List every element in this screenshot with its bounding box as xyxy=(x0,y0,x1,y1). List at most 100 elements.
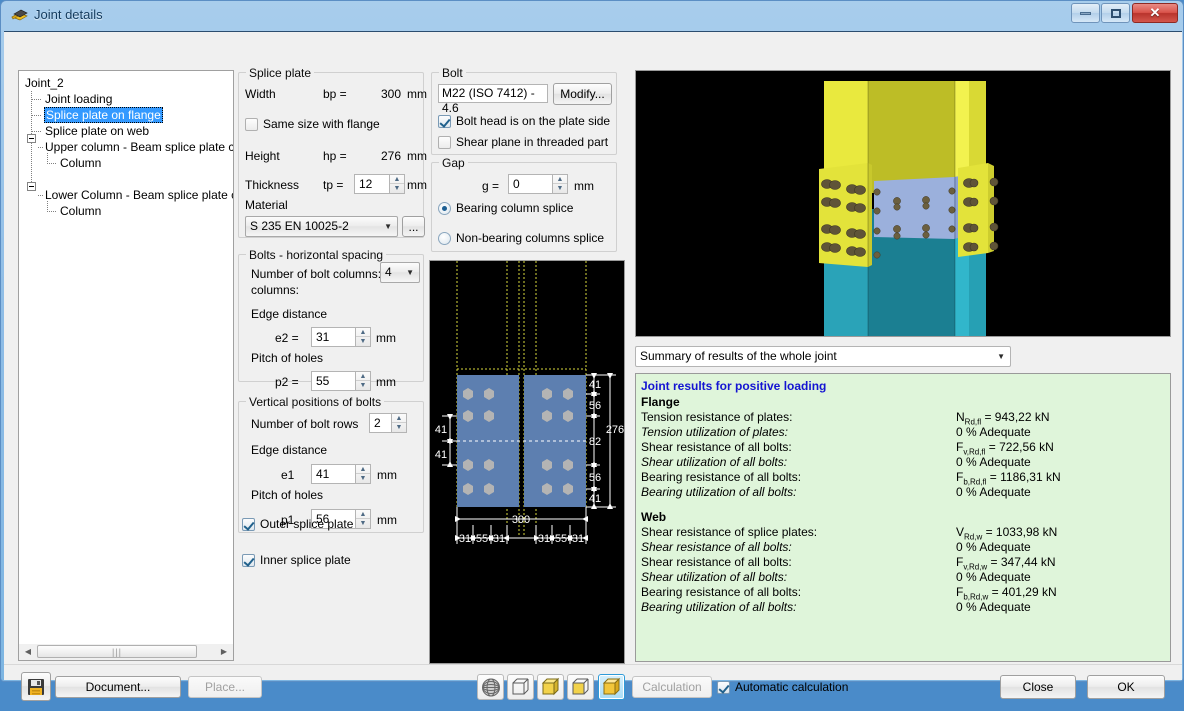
minimize-button[interactable] xyxy=(1071,3,1100,23)
close-button[interactable]: ✕ xyxy=(1132,3,1178,23)
spin-down-icon[interactable]: ▼ xyxy=(356,474,370,483)
view-globe-wireframe-button[interactable] xyxy=(477,674,504,700)
spin-down-icon[interactable]: ▼ xyxy=(356,519,370,528)
spin-up-icon[interactable]: ▲ xyxy=(553,175,567,184)
non-bearing-columns-splice-radio[interactable]: Non-bearing columns splice xyxy=(438,231,604,245)
chevron-down-icon[interactable]: ▼ xyxy=(406,263,414,282)
bolt-head-plate-side-checkbox[interactable]: Bolt head is on the plate side xyxy=(438,114,610,128)
num-bolt-rows-stepper[interactable]: 2 ▲ ▼ xyxy=(369,413,407,433)
scrollbar-thumb[interactable]: ||| xyxy=(37,645,197,658)
calculation-button[interactable]: Calculation xyxy=(632,676,712,698)
p2-spin-buttons[interactable]: ▲ ▼ xyxy=(355,371,371,391)
e1-stepper[interactable]: 41 ▲ ▼ xyxy=(311,464,371,484)
gap-input[interactable]: 0 xyxy=(508,174,552,194)
spin-up-icon[interactable]: ▲ xyxy=(392,414,406,423)
view-cube-wireframe-button[interactable] xyxy=(507,674,534,700)
e2-spin-buttons[interactable]: ▲ ▼ xyxy=(355,327,371,347)
result-value: 0 % Adequate xyxy=(956,570,1031,584)
sidebar-item-column-lower[interactable]: Column xyxy=(60,203,101,219)
height-symbol: hp = xyxy=(323,149,347,163)
gap-spin-buttons[interactable]: ▲ ▼ xyxy=(552,174,568,194)
result-label: Bearing resistance of all bolts: xyxy=(641,585,802,599)
sidebar-item-upper-column-beam-splice[interactable]: Upper column - Beam splice plate conn xyxy=(45,139,233,155)
outer-splice-plate-checkbox[interactable]: Outer splice plate xyxy=(242,517,353,531)
e1-spin-buttons[interactable]: ▲ ▼ xyxy=(355,464,371,484)
width-unit: mm xyxy=(407,87,427,101)
view-cube-shaded-button[interactable] xyxy=(537,674,564,700)
tree-horizontal-scrollbar[interactable]: ◀ ||| ▶ xyxy=(18,644,234,661)
dim-overall-height: 276 xyxy=(606,424,624,436)
save-button[interactable] xyxy=(21,672,51,701)
result-label: Shear resistance of all bolts: xyxy=(641,540,792,554)
spin-up-icon[interactable]: ▲ xyxy=(356,328,370,337)
width-value: 300 xyxy=(380,87,401,101)
results-title: Joint results for positive loading xyxy=(641,379,827,393)
thickness-input[interactable]: 12 xyxy=(354,174,389,194)
shear-plane-threaded-checkbox[interactable]: Shear plane in threaded part xyxy=(438,135,608,149)
view-cube-solid-button[interactable] xyxy=(598,674,625,700)
tree-expander-lower-column[interactable] xyxy=(27,182,36,191)
e2-input[interactable]: 31 xyxy=(311,327,355,347)
ok-button[interactable]: OK xyxy=(1087,675,1165,699)
spin-up-icon[interactable]: ▲ xyxy=(356,510,370,519)
place-button[interactable]: Place... xyxy=(188,676,262,698)
sidebar-item-lower-column-beam-splice[interactable]: Lower Column - Beam splice plate con xyxy=(45,187,233,203)
tree-connector xyxy=(38,195,43,196)
inner-splice-plate-checkbox[interactable]: Inner splice plate xyxy=(242,553,351,567)
sidebar-item-splice-plate-on-web[interactable]: Splice plate on web xyxy=(45,123,149,139)
num-bolt-rows-input[interactable]: 2 xyxy=(369,413,391,433)
same-size-with-flange-checkbox[interactable]: Same size with flange xyxy=(245,117,380,131)
spin-up-icon[interactable]: ▲ xyxy=(356,465,370,474)
view-cube-hidden-line-button[interactable] xyxy=(567,674,594,700)
result-value: Fb,Rd,fl = 1186,31 kN xyxy=(956,470,1061,487)
spin-down-icon[interactable]: ▼ xyxy=(392,423,406,432)
bolt-spec-field[interactable]: M22 (ISO 7412) - 4.6 xyxy=(438,84,548,115)
spin-down-icon[interactable]: ▼ xyxy=(390,184,404,193)
material-select[interactable]: S 235 EN 10025-2 ▼ xyxy=(245,216,398,237)
close-dialog-button[interactable]: Close xyxy=(1000,675,1076,699)
thickness-spin-buttons[interactable]: ▲ ▼ xyxy=(389,174,405,194)
joint-3d-viewport[interactable] xyxy=(635,70,1171,337)
sidebar-item-splice-plate-on-flange[interactable]: Splice plate on flange xyxy=(44,107,163,123)
material-browse-button[interactable]: ... xyxy=(402,216,425,237)
modify-bolt-button[interactable]: Modify... xyxy=(553,83,612,105)
thickness-stepper[interactable]: 12 ▲ ▼ xyxy=(354,174,405,194)
document-button[interactable]: Document... xyxy=(55,676,181,698)
spin-up-icon[interactable]: ▲ xyxy=(390,175,404,184)
sidebar-item-joint-loading[interactable]: Joint loading xyxy=(45,91,112,107)
joint-tree[interactable]: Joint_2 Joint loading Splice plate on fl… xyxy=(18,70,234,650)
material-label: Material xyxy=(245,198,288,212)
automatic-calculation-checkbox[interactable]: Automatic calculation xyxy=(717,680,848,694)
tree-expander-upper-column[interactable] xyxy=(27,134,36,143)
p2-input[interactable]: 55 xyxy=(311,371,355,391)
num-bolt-columns-select[interactable]: 4 ▼ xyxy=(380,262,420,283)
splice-plate-2d-drawing[interactable]: 41 56 82 56 41 276 41 41 300 31 55 31 31… xyxy=(429,260,625,664)
spin-up-icon[interactable]: ▲ xyxy=(356,372,370,381)
results-panel[interactable]: Joint results for positive loading Flang… xyxy=(635,373,1171,662)
e1-input[interactable]: 41 xyxy=(311,464,355,484)
num-bolt-columns-label: Number of bolt columns: xyxy=(251,267,382,281)
chevron-down-icon[interactable]: ▼ xyxy=(384,217,392,236)
p2-stepper[interactable]: 55 ▲ ▼ xyxy=(311,371,371,391)
e2-stepper[interactable]: 31 ▲ ▼ xyxy=(311,327,371,347)
p1-spin-buttons[interactable]: ▲ ▼ xyxy=(355,509,371,529)
scroll-right-icon[interactable]: ▶ xyxy=(216,644,232,659)
result-label: Shear resistance of splice plates: xyxy=(641,525,818,539)
inner-splice-plate-label: Inner splice plate xyxy=(260,553,351,567)
checkbox-box xyxy=(717,680,730,694)
num-bolt-columns-value: 4 xyxy=(385,265,392,279)
rows-spin-buttons[interactable]: ▲ ▼ xyxy=(391,413,407,433)
results-section-web-heading: Web xyxy=(641,510,667,524)
same-size-with-flange-label: Same size with flange xyxy=(263,117,380,131)
results-view-select[interactable]: Summary of results of the whole joint ▼ xyxy=(635,346,1011,367)
bearing-column-splice-radio[interactable]: Bearing column splice xyxy=(438,201,573,215)
spin-down-icon[interactable]: ▼ xyxy=(356,381,370,390)
scroll-left-icon[interactable]: ◀ xyxy=(20,644,36,659)
spin-down-icon[interactable]: ▼ xyxy=(356,337,370,346)
spin-down-icon[interactable]: ▼ xyxy=(553,184,567,193)
tree-root[interactable]: Joint_2 xyxy=(25,75,64,91)
sidebar-item-column-upper[interactable]: Column xyxy=(60,155,101,171)
chevron-down-icon[interactable]: ▼ xyxy=(997,347,1005,366)
gap-stepper[interactable]: 0 ▲ ▼ xyxy=(508,174,568,194)
maximize-button[interactable] xyxy=(1101,3,1130,23)
